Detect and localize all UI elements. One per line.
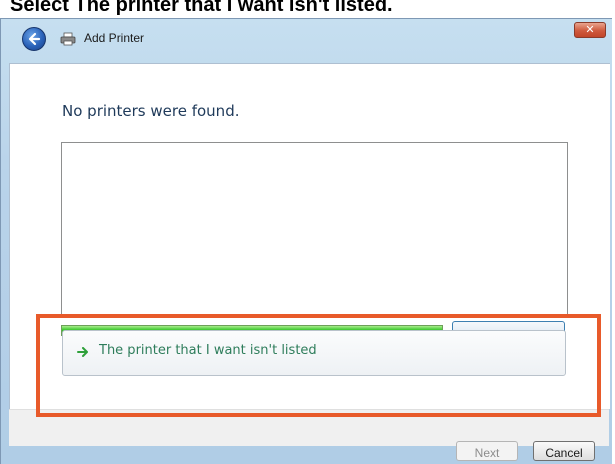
instruction-caption: Select The printer that I want isn't lis… xyxy=(10,0,393,16)
cancel-button[interactable]: Cancel xyxy=(533,441,595,461)
window-title: Add Printer xyxy=(84,31,145,45)
close-icon[interactable]: ✕ xyxy=(574,22,606,38)
page-title: No printers were found. xyxy=(62,102,240,120)
highlight-box xyxy=(36,314,601,417)
printer-list[interactable] xyxy=(61,142,568,316)
back-arrow-icon[interactable] xyxy=(22,27,46,51)
printer-icon xyxy=(60,32,76,46)
next-button[interactable]: Next xyxy=(456,441,518,461)
